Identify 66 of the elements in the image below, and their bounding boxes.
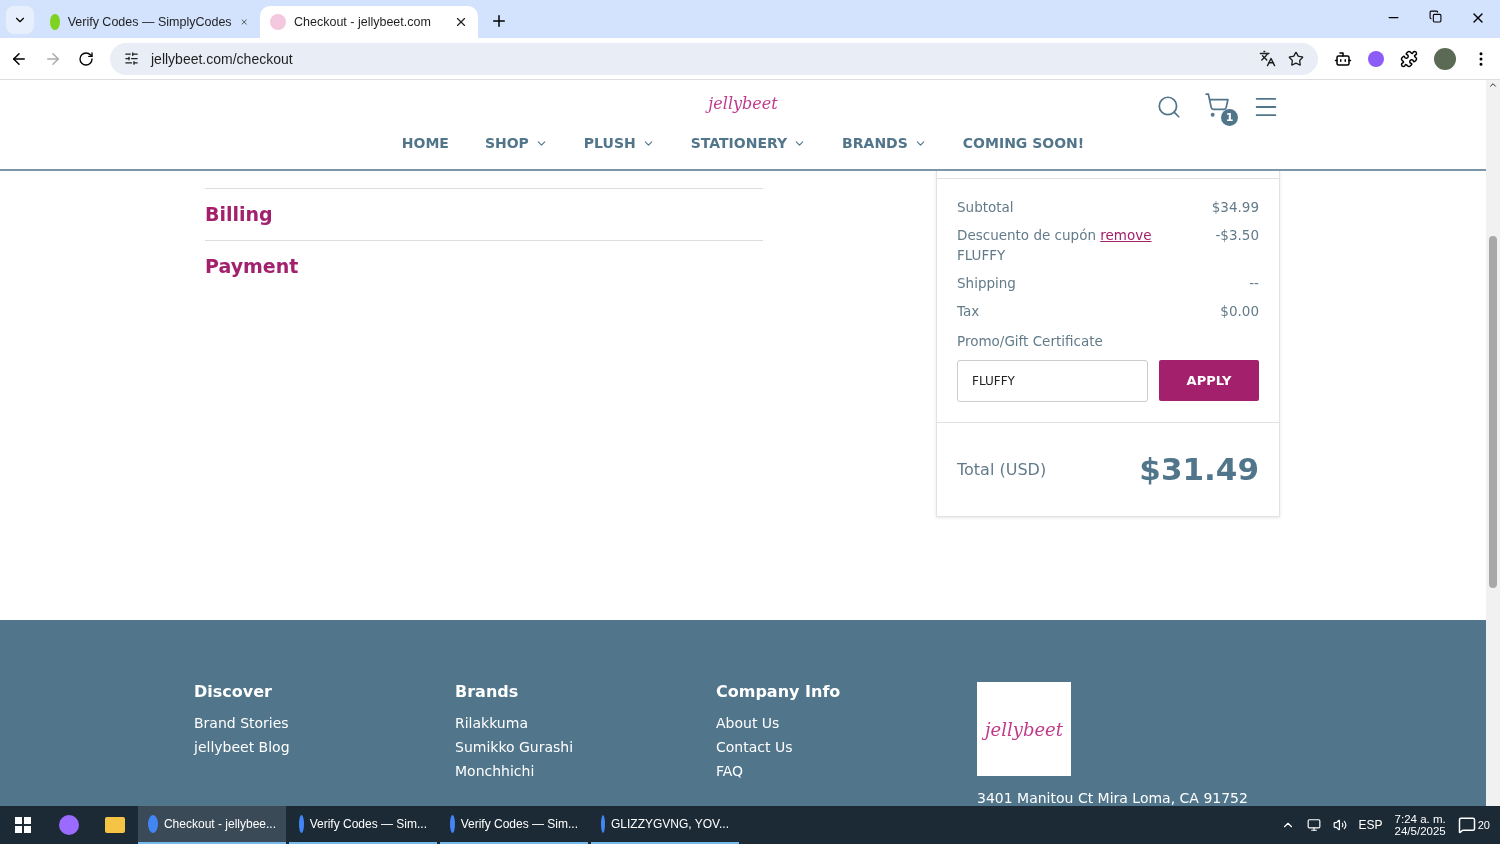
- clock[interactable]: 7:24 a. m. 24/5/2025: [1394, 813, 1446, 837]
- notifications-icon[interactable]: [1457, 816, 1476, 834]
- step-heading: Billing: [205, 187, 763, 240]
- summary-label: Shipping: [957, 274, 1016, 291]
- close-icon[interactable]: [454, 15, 468, 29]
- site-info-icon[interactable]: [124, 51, 139, 66]
- footer-link[interactable]: Rilakkuma: [455, 715, 716, 731]
- nav-link[interactable]: PLUSH: [583, 135, 655, 151]
- footer-heading: Company Info: [716, 682, 842, 701]
- cart-count: 1: [1221, 109, 1238, 126]
- nav-link[interactable]: HOME: [401, 135, 449, 151]
- taskbar-app[interactable]: Verify Codes — Sim...: [440, 806, 588, 844]
- translate-icon[interactable]: [1259, 50, 1276, 67]
- address: 3401 Manitou Ct Mira Loma, CA 91752: [977, 790, 1248, 806]
- remove-link[interactable]: remove: [1100, 226, 1152, 243]
- puzzle-icon[interactable]: [1400, 49, 1418, 68]
- avatar-icon[interactable]: [1434, 47, 1456, 70]
- promo-label: Promo/Gift Certificate: [957, 332, 1103, 349]
- footer-link[interactable]: Contact Us: [716, 739, 977, 755]
- apply-button[interactable]: APPLY: [1159, 359, 1259, 401]
- favicon-icon: [270, 14, 286, 30]
- address-bar[interactable]: jellybeet.com/checkout: [110, 42, 1318, 75]
- step-heading: Payment: [205, 239, 763, 292]
- bookmark-star-icon[interactable]: [1288, 50, 1304, 67]
- footer-link[interactable]: jellybeet Blog: [194, 739, 455, 755]
- new-tab-icon[interactable]: [490, 12, 508, 30]
- taskbar-app[interactable]: Verify Codes — Sim...: [289, 806, 437, 844]
- footer-link[interactable]: About Us: [716, 715, 977, 731]
- footer-link[interactable]: Monchhichi: [455, 763, 716, 779]
- summary-value: -$3.50: [1215, 226, 1259, 243]
- scrollbar[interactable]: [1486, 80, 1500, 806]
- nav-link[interactable]: STATIONERY: [690, 135, 807, 151]
- summary-value: --: [1249, 274, 1259, 291]
- robot-icon[interactable]: [1334, 49, 1352, 68]
- search-icon[interactable]: [1156, 94, 1182, 120]
- summary-value: $34.99: [1211, 198, 1259, 215]
- summary-label: Subtotal: [957, 198, 1014, 215]
- total-label: Total (USD): [957, 459, 1047, 479]
- network-icon[interactable]: [1306, 818, 1321, 832]
- nav-link[interactable]: COMING SOON!: [962, 135, 1085, 151]
- footer-logo: jellybeet: [977, 682, 1071, 776]
- summary-label: Descuento de cupón remove: [957, 226, 1152, 243]
- notification-count: 20: [1477, 819, 1490, 831]
- taskbar-app[interactable]: Checkout - jellybee...: [138, 806, 286, 844]
- reload-icon[interactable]: [78, 50, 94, 67]
- nav-link[interactable]: SHOP: [484, 135, 548, 151]
- footer-heading: Brands: [455, 682, 520, 701]
- promo-input[interactable]: FLUFFY: [957, 359, 1148, 402]
- extension-icon[interactable]: [1368, 50, 1384, 67]
- footer-heading: Discover: [194, 682, 273, 701]
- taskbar-app[interactable]: GLIZZYGVNG, YOV...: [591, 806, 739, 844]
- nav-link[interactable]: BRANDS: [842, 135, 927, 151]
- total-value: $31.49: [1139, 451, 1259, 488]
- language-indicator[interactable]: ESP: [1358, 818, 1383, 832]
- summary-label: Tax: [957, 302, 980, 319]
- coupon-code: FLUFFY: [957, 246, 1007, 263]
- browser-tab[interactable]: Verify Codes — SimplyCodes: [40, 6, 258, 38]
- footer-link[interactable]: Sumikko Gurashi: [455, 739, 716, 755]
- restore-icon[interactable]: [1429, 10, 1442, 23]
- scroll-up-icon[interactable]: [1488, 80, 1498, 90]
- favicon-icon: [50, 14, 60, 30]
- volume-icon[interactable]: [1332, 818, 1347, 832]
- summary-value: $0.00: [1220, 302, 1259, 319]
- footer-link[interactable]: Brand Stories: [194, 715, 455, 731]
- browser-tab[interactable]: Checkout - jellybeet.com: [260, 6, 478, 38]
- footer-link[interactable]: FAQ: [716, 763, 977, 779]
